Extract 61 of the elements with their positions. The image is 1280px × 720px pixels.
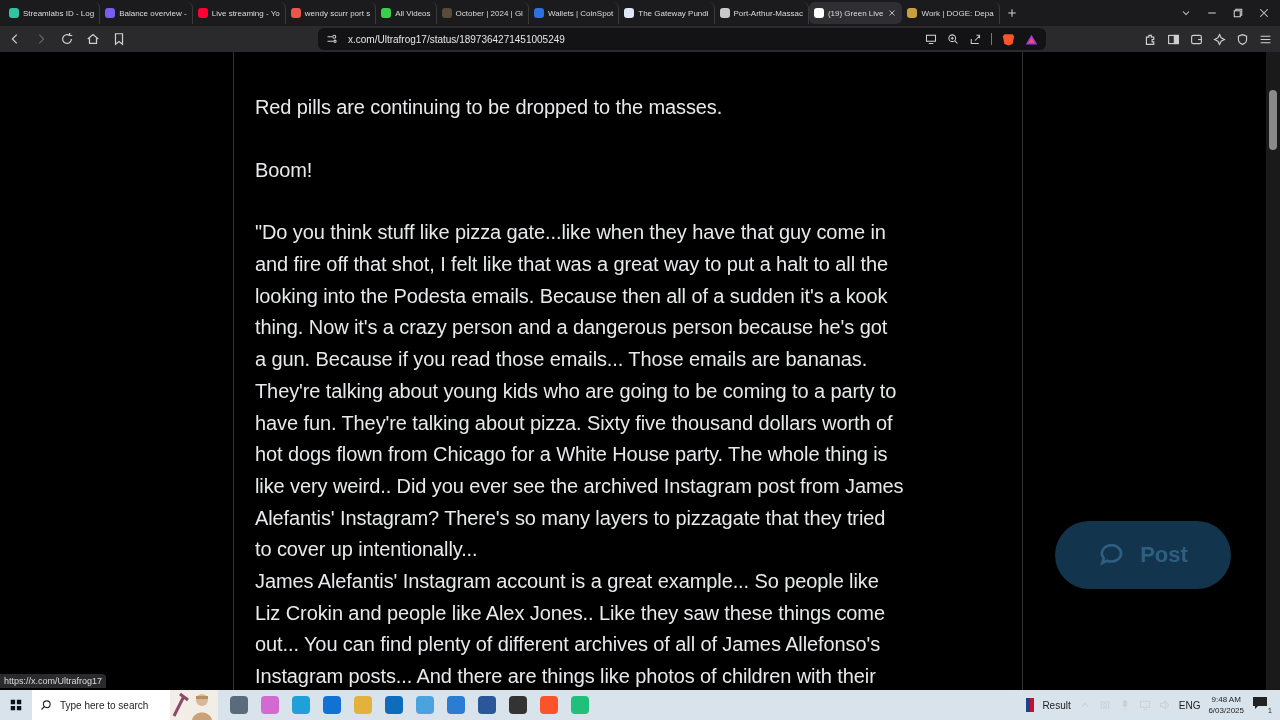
browser-tab[interactable]: Work | DOGE: Depa <box>902 2 1000 24</box>
reload-icon[interactable] <box>60 32 74 46</box>
bookmark-icon[interactable] <box>112 32 126 46</box>
scrollbar[interactable] <box>1266 52 1280 690</box>
browser-tab[interactable]: The Gateway Pundi <box>619 2 715 24</box>
windows-start-icon[interactable] <box>9 698 23 712</box>
taskbar-app-icon[interactable] <box>230 696 248 714</box>
post-text-line: and fire off that shot, I felt like that was a great way to put a halt to all the <box>255 252 888 278</box>
browser-tab[interactable]: Streamlabs ID - Log <box>4 2 101 24</box>
browser-tab[interactable]: wendy scurr port s <box>285 2 377 24</box>
wallet-icon[interactable] <box>1190 32 1203 46</box>
browser-tab[interactable]: Balance overview - <box>100 2 193 24</box>
taskbar-clock[interactable]: 9:48 AM 6/03/2025 <box>1208 694 1244 716</box>
post-text-line: thing. Now it's a crazy person and a dangerous person because he's got <box>255 315 888 341</box>
browser-tab[interactable]: All Videos <box>376 2 437 24</box>
post-text-line: have fun. They're talking about pizza. Sixty five thousand dollars worth of <box>255 410 893 436</box>
cast-icon[interactable] <box>925 33 937 45</box>
zoom-icon[interactable] <box>947 33 959 45</box>
sports-logo-icon[interactable] <box>1026 698 1035 712</box>
post-text-line: a gun. Because if you read those emails... Those emails are bananas. <box>255 347 868 373</box>
plus-icon[interactable] <box>1005 7 1018 19</box>
taskbar-search-field[interactable]: Type here to search <box>58 690 170 720</box>
post-text-line: looking into the Podesta emails. Because then all of a sudden it's a kook <box>255 283 888 309</box>
site-settings-icon[interactable] <box>326 33 338 45</box>
sidebar-icon[interactable] <box>1167 32 1180 46</box>
post-text-line: They're talking about young kids who are going to be coming to a party to <box>255 378 897 404</box>
taskbar-app-icon[interactable] <box>478 696 496 714</box>
post-text-line: Alefantis' Instagram? There's so many layers to pizzagate that they tried <box>255 505 886 531</box>
lion-shield-icon[interactable] <box>1002 32 1015 46</box>
post-text-line: James Alefantis' Instagram account is a great example... So people like <box>255 568 879 594</box>
browser-tab[interactable]: October | 2024 | Gl <box>436 2 529 24</box>
post-text-line: out... You can find plenty of different archives of all of James Allefonso's <box>255 632 881 658</box>
browser-tab[interactable]: Wallets | CoinSpot <box>528 2 620 24</box>
home-icon[interactable] <box>86 32 100 46</box>
browser-tab[interactable]: (19) Green Live <box>808 2 903 24</box>
weather-widget-text[interactable]: Result <box>1042 699 1071 711</box>
language-indicator[interactable]: ENG <box>1178 699 1201 711</box>
browser-tab[interactable]: Port-Arthur-Massac <box>714 2 809 24</box>
taskbar-app-icon[interactable] <box>323 696 341 714</box>
sparkle-icon[interactable] <box>1213 32 1226 46</box>
triangle-icon[interactable] <box>1025 32 1038 46</box>
browser-tab[interactable]: Live streaming - Yo <box>192 2 286 24</box>
close-icon[interactable] <box>887 8 898 18</box>
post-text-line: hot dogs flown from Chicago for a White House party. The whole thing is <box>255 442 888 468</box>
post-text-line: Liz Crokin and people like Alex Jones.. Like they saw these things come <box>255 600 885 626</box>
post-text-line: like very weird.. Did you ever see the archived Instagram post from James <box>255 473 904 499</box>
post-text-line: Red pills are continuing to be dropped to the masses. <box>255 95 723 120</box>
restore-icon[interactable] <box>1232 7 1244 19</box>
taskbar-app-icon[interactable] <box>385 696 403 714</box>
address-bar[interactable]: x.com/Ultrafrog17/status/1897364271451005249 <box>318 28 1046 50</box>
taskbar-app-icon[interactable] <box>509 696 527 714</box>
search-icon <box>32 690 58 720</box>
status-url: https://x.com/Ultrafrog17 <box>0 674 107 688</box>
shield-icon[interactable] <box>1236 32 1249 46</box>
post-text-line: Boom! <box>255 157 313 183</box>
post-text-line: Instagram posts... And there are things like photos of children with their <box>255 664 876 689</box>
post-text-line: to cover up intentionally... <box>255 537 478 563</box>
extensions-icon[interactable] <box>1144 32 1157 46</box>
close-icon[interactable] <box>1258 7 1270 19</box>
share-icon[interactable] <box>969 33 981 45</box>
post-text-line: "Do you think stuff like pizza gate...like when they have that guy come in <box>255 220 886 246</box>
